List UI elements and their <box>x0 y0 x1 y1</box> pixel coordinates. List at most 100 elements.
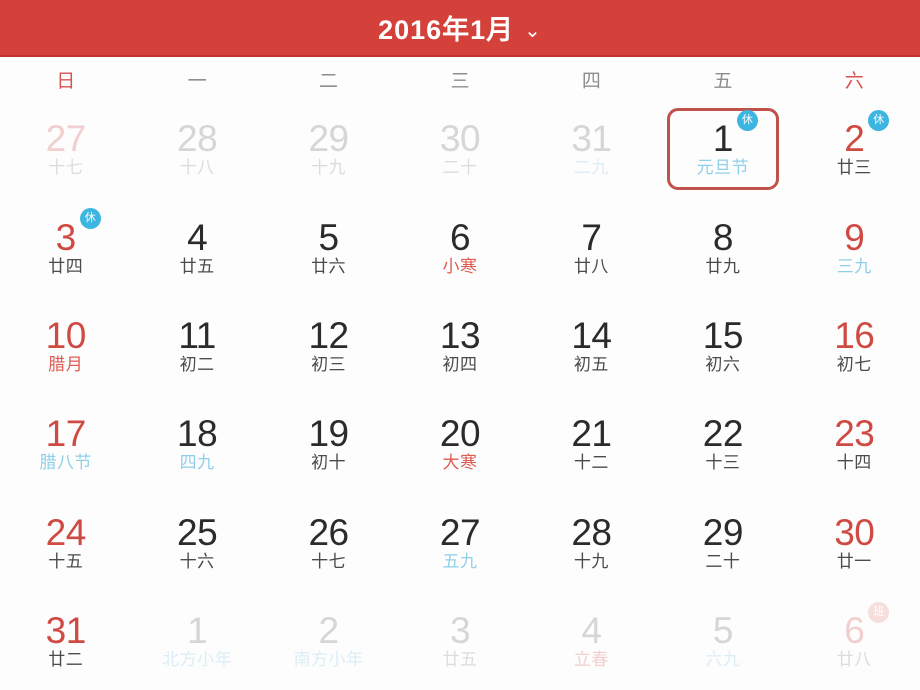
day-number: 16 <box>834 314 875 356</box>
lunar-label: 十三 <box>705 453 741 473</box>
day-number: 4 <box>187 216 208 258</box>
lunar-label: 廿八 <box>573 256 609 276</box>
lunar-label: 初五 <box>573 354 609 374</box>
day-cell[interactable]: 23 十四 <box>789 395 920 493</box>
lunar-label: 北方小年 <box>162 649 233 669</box>
day-number: 27 <box>439 511 481 553</box>
lunar-label: 廿五 <box>442 649 478 669</box>
work-day-badge-icon: 班 <box>868 601 890 623</box>
day-cell[interactable]: 12 初三 <box>263 297 394 395</box>
day-cell[interactable]: 13 初四 <box>394 297 525 395</box>
day-number: 22 <box>702 413 744 455</box>
lunar-label: 廿五 <box>179 256 215 276</box>
day-cell[interactable]: 19 初十 <box>263 395 394 493</box>
weekday-label-5: 五 <box>713 71 733 92</box>
lunar-label: 十九 <box>311 158 347 178</box>
day-cell[interactable]: 休 2 廿三 <box>789 100 920 198</box>
day-cell[interactable]: 21 十二 <box>526 395 657 493</box>
lunar-label: 初二 <box>179 354 215 374</box>
day-cell[interactable]: 30 廿一 <box>789 493 920 591</box>
day-cell[interactable]: 18 四九 <box>131 395 262 493</box>
day-number: 10 <box>45 314 87 356</box>
day-number: 28 <box>177 118 218 160</box>
day-number: 2 <box>844 118 865 160</box>
day-number: 13 <box>439 314 481 356</box>
lunar-label: 十五 <box>48 551 84 571</box>
day-number: 7 <box>581 216 602 258</box>
day-cell[interactable]: 3 廿五 <box>394 592 525 690</box>
day-number: 15 <box>702 314 744 356</box>
day-cell[interactable]: 29 十九 <box>263 100 394 198</box>
day-cell[interactable]: 25 十六 <box>131 493 262 591</box>
day-cell[interactable]: 17 腊八节 <box>0 395 131 493</box>
weekday-label-3: 三 <box>450 71 470 92</box>
day-cell[interactable]: 30 二十 <box>394 100 525 198</box>
day-number: 30 <box>439 118 481 160</box>
day-cell[interactable]: 31 廿二 <box>0 592 131 690</box>
lunar-label: 廿八 <box>836 649 872 669</box>
day-cell[interactable]: 14 初五 <box>526 297 657 395</box>
day-cell[interactable]: 28 十八 <box>131 100 262 198</box>
day-number: 9 <box>844 216 865 258</box>
day-cell[interactable]: 休 3 廿四 <box>0 198 131 296</box>
rest-day-badge-icon: 休 <box>79 208 101 230</box>
day-number: 6 <box>844 609 865 651</box>
lunar-label: 五九 <box>442 551 478 571</box>
day-cell[interactable]: 5 廿六 <box>263 198 394 296</box>
lunar-label: 二十 <box>442 158 478 178</box>
day-cell[interactable]: 4 廿五 <box>131 198 262 296</box>
day-cell[interactable]: 9 三九 <box>789 198 920 296</box>
weekday-label-1: 一 <box>187 71 207 92</box>
day-cell[interactable]: 6 小寒 <box>394 198 525 296</box>
day-number: 5 <box>318 216 340 258</box>
day-cell[interactable]: 26 十七 <box>263 493 394 591</box>
day-cell[interactable]: 班 6 廿八 <box>789 592 920 690</box>
day-cell[interactable]: 7 廿八 <box>526 198 657 296</box>
day-number: 28 <box>571 511 612 553</box>
day-number: 18 <box>177 413 218 455</box>
day-number: 2 <box>318 609 340 651</box>
day-number: 20 <box>439 413 481 455</box>
day-cell[interactable]: 16 初七 <box>789 297 920 395</box>
day-cell[interactable]: 11 初二 <box>131 297 262 395</box>
day-cell[interactable]: 27 五九 <box>394 493 525 591</box>
day-cell[interactable]: 24 十五 <box>0 493 131 591</box>
weekday-label-0: 日 <box>56 71 76 92</box>
lunar-label: 廿六 <box>311 256 347 276</box>
day-cell[interactable]: 1 北方小年 <box>131 592 262 690</box>
month-title: 2016年1月 <box>378 15 515 45</box>
day-number: 3 <box>55 216 77 258</box>
day-number: 27 <box>45 118 87 160</box>
day-cell[interactable]: 15 初六 <box>657 297 788 395</box>
day-cell[interactable]: 4 立春 <box>526 592 657 690</box>
day-cell[interactable]: 8 廿九 <box>657 198 788 296</box>
weekday-header-row: 日一二三四五六 <box>0 59 920 100</box>
calendar-app: 2016年1月 ⌄ 日一二三四五六 27 十七 28 十八 29 十九 30 二十 31 二九休 1… <box>0 0 920 690</box>
weekday-label-6: 六 <box>844 71 864 92</box>
day-cell[interactable]: 22 十三 <box>657 395 788 493</box>
day-number: 1 <box>187 609 208 651</box>
day-number: 31 <box>571 118 612 160</box>
day-cell[interactable]: 5 六九 <box>657 592 788 690</box>
day-cell[interactable]: 休 1 元旦节 <box>657 100 788 198</box>
lunar-label: 十六 <box>179 551 215 571</box>
day-number: 29 <box>308 118 349 160</box>
day-cell[interactable]: 27 十七 <box>0 100 131 198</box>
lunar-label: 二九 <box>573 158 609 178</box>
day-number: 5 <box>712 609 734 651</box>
day-cell[interactable]: 31 二九 <box>526 100 657 198</box>
day-cell[interactable]: 29 二十 <box>657 493 788 591</box>
month-selector[interactable]: 2016年1月 ⌄ <box>378 8 542 47</box>
day-cell[interactable]: 20 大寒 <box>394 395 525 493</box>
day-number: 23 <box>834 413 875 455</box>
lunar-label: 元旦节 <box>696 158 750 178</box>
day-cell[interactable]: 2 南方小年 <box>263 592 394 690</box>
day-cell[interactable]: 10 腊月 <box>0 297 131 395</box>
lunar-label: 廿四 <box>48 256 84 276</box>
chevron-down-icon[interactable]: ⌄ <box>524 18 542 43</box>
day-number: 14 <box>571 314 612 356</box>
lunar-label: 初十 <box>311 453 347 473</box>
day-cell[interactable]: 28 十九 <box>526 493 657 591</box>
lunar-label: 四九 <box>179 453 215 473</box>
weekday-label-2: 二 <box>319 71 339 92</box>
